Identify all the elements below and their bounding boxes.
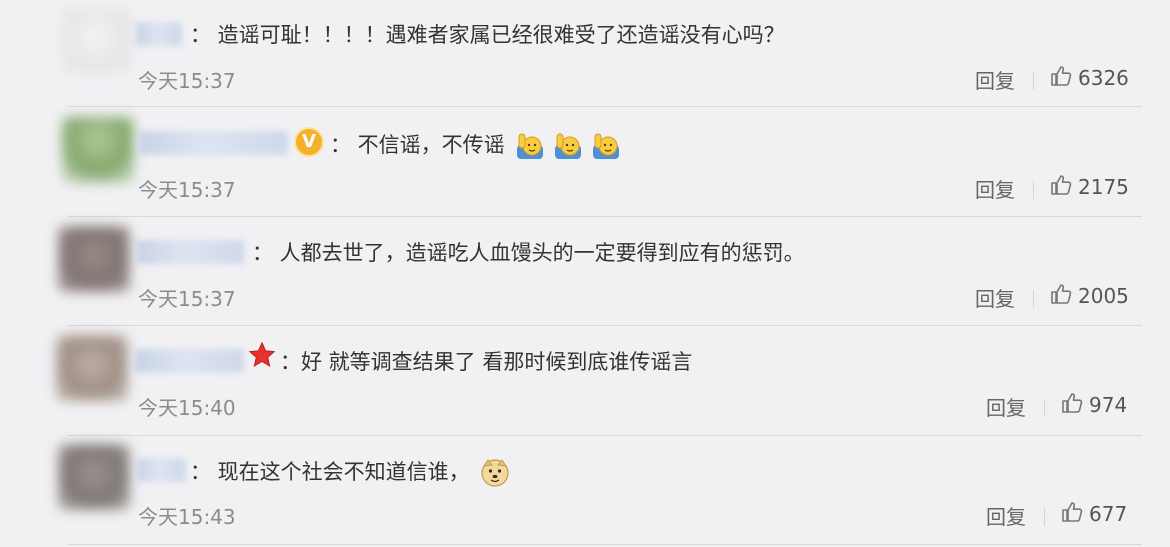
username-blurred[interactable] <box>136 240 244 264</box>
avatar[interactable] <box>62 8 134 74</box>
comment-item: ：好 就等调查结果了 看那时候到底谁传谣言 今天15:40 回复 974 <box>0 327 1170 436</box>
action-separator <box>1044 399 1045 417</box>
comment-text-content: ： 造谣可耻！！！！遇难者家属已经很难受了还造谣没有心吗？ <box>190 23 785 47</box>
like-count: 2175 <box>1078 175 1129 199</box>
avatar[interactable] <box>58 444 130 510</box>
like-count: 974 <box>1089 393 1128 417</box>
like-button[interactable]: 974 <box>1061 391 1127 417</box>
like-button[interactable]: 6326 <box>1050 64 1129 90</box>
reply-button[interactable]: 回复 <box>986 392 1026 421</box>
like-button[interactable]: 2175 <box>1050 173 1129 199</box>
timestamp: 今天15:37 <box>138 178 236 202</box>
divider <box>68 216 1142 217</box>
red-star-icon <box>248 341 276 368</box>
username-blurred[interactable] <box>138 131 288 155</box>
comment-text-content: ： 人都去世了，造谣吃人血馒头的一定要得到应有的惩罚。 <box>252 241 805 265</box>
timestamp: 今天15:37 <box>138 69 236 93</box>
verified-v-badge-icon: V <box>294 127 324 157</box>
comment-text-content: ： 不信谣，不传谣 <box>330 133 505 157</box>
reply-button[interactable]: 回复 <box>975 174 1015 203</box>
comment-text: ： 人都去世了，造谣吃人血馒头的一定要得到应有的惩罚。 <box>252 240 805 266</box>
thumbs-up-icon <box>1062 502 1083 522</box>
username-blurred[interactable] <box>134 349 244 373</box>
divider <box>68 544 1142 545</box>
comment-text: ： 造谣可耻！！！！遇难者家属已经很难受了还造谣没有心吗？ <box>190 22 785 48</box>
comment-item: ： 人都去世了，造谣吃人血馒头的一定要得到应有的惩罚。 今天15:37 回复 2… <box>0 218 1170 327</box>
like-button[interactable]: 2005 <box>1050 282 1129 308</box>
doge-emoji <box>481 459 509 487</box>
reply-button[interactable]: 回复 <box>975 65 1015 94</box>
thumbs-up-icon <box>1051 175 1072 195</box>
action-separator <box>1033 181 1034 199</box>
timestamp: 今天15:43 <box>138 505 236 529</box>
avatar[interactable] <box>58 226 130 292</box>
reply-button[interactable]: 回复 <box>975 283 1015 312</box>
action-separator <box>1044 508 1045 526</box>
comment-text: ： 现在这个社会不知道信谁， <box>190 458 514 488</box>
comment-item: V ： 不信谣，不传谣 今天15:37 回复 2175 <box>0 109 1170 218</box>
raised-hand-emoji <box>555 133 582 159</box>
timestamp: 今天15:40 <box>138 396 236 420</box>
thumbs-up-icon <box>1051 284 1072 304</box>
avatar[interactable] <box>62 117 134 183</box>
action-separator <box>1033 72 1034 90</box>
timestamp: 今天15:37 <box>138 287 236 311</box>
like-count: 677 <box>1089 502 1128 526</box>
comment-text-content: ：好 就等调查结果了 看那时候到底谁传谣言 <box>280 350 693 374</box>
username-blurred[interactable] <box>136 22 182 46</box>
like-count: 2005 <box>1078 284 1129 308</box>
comment-item: ： 现在这个社会不知道信谁， 今天15:43 回复 677 <box>0 436 1170 545</box>
comment-text: ：好 就等调查结果了 看那时候到底谁传谣言 <box>280 349 692 375</box>
like-count: 6326 <box>1078 66 1129 90</box>
thumbs-up-icon <box>1051 66 1072 86</box>
username-blurred[interactable] <box>136 458 186 482</box>
action-separator <box>1033 290 1034 308</box>
avatar[interactable] <box>56 335 128 401</box>
thumbs-up-icon <box>1062 393 1083 413</box>
reply-button[interactable]: 回复 <box>986 501 1026 530</box>
like-button[interactable]: 677 <box>1061 500 1127 526</box>
comment-text: ： 不信谣，不传谣 <box>330 131 625 161</box>
divider <box>68 106 1142 107</box>
raised-hand-emoji <box>517 133 544 159</box>
comment-text-content: ： 现在这个社会不知道信谁， <box>190 460 470 484</box>
raised-hand-emoji <box>593 133 620 159</box>
comment-item: ： 造谣可耻！！！！遇难者家属已经很难受了还造谣没有心吗？ 今天15:37 回复… <box>0 0 1170 109</box>
divider <box>68 325 1142 326</box>
